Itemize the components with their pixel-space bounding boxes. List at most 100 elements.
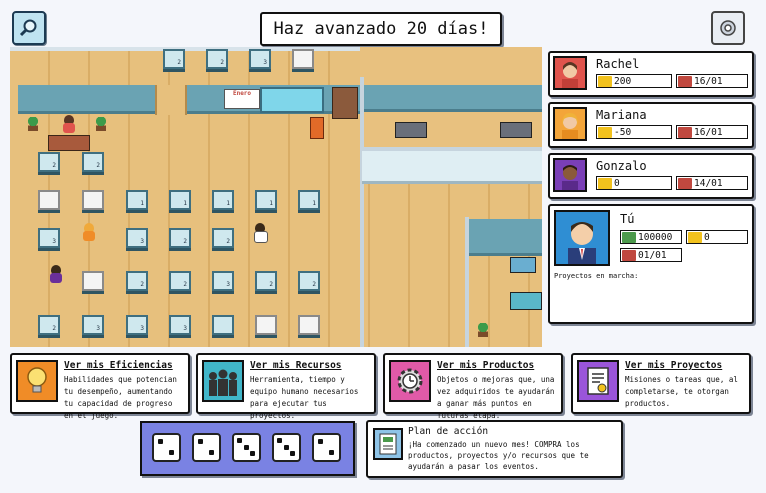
die-pip: [237, 438, 243, 444]
desk-number: 1: [140, 200, 144, 207]
desk: 2: [255, 271, 277, 291]
my-player-card[interactable]: Tú 100000 0 01/01 Proyectos en marcha:: [548, 204, 754, 324]
desk: 3: [82, 315, 104, 335]
desk-number: 1: [183, 200, 187, 207]
desk: 2: [298, 271, 320, 291]
trophy-icon: [598, 126, 612, 138]
desk: [255, 315, 277, 335]
card-description: Habilidades que potencian tu desempeño, …: [64, 375, 177, 420]
desk-number: 2: [312, 281, 316, 288]
desk-number: 3: [263, 59, 267, 66]
character-player[interactable]: [253, 223, 268, 243]
player-card-mariana[interactable]: Mariana -50 16/01: [548, 102, 754, 148]
card-title: Ver mis Eficiencias: [64, 360, 173, 371]
date-stat: 14/01: [676, 176, 748, 190]
gear-icon: [720, 20, 736, 36]
desk: 1: [298, 190, 320, 210]
days-advanced-banner: Haz avanzado 20 días!: [260, 12, 502, 46]
desk-number: 2: [52, 162, 56, 169]
lightbulb-icon: [16, 360, 58, 402]
card-productos[interactable]: Ver mis Productos Objetos o mejoras que,…: [383, 353, 563, 420]
desk-number: 2: [140, 281, 144, 288]
player-name: Gonzalo: [596, 159, 647, 173]
die[interactable]: [272, 433, 301, 462]
character-rachel[interactable]: [62, 115, 76, 133]
desk: 3: [126, 228, 148, 248]
money-stat: 100000: [620, 230, 682, 244]
desk-number: 3: [96, 325, 100, 332]
calendar-board: Enero: [224, 89, 260, 109]
avatar: [553, 107, 587, 141]
desk: 2: [126, 271, 148, 291]
office-map[interactable]: Enero 2 2 3 2 2 1 1 1 1 1 3 3 2 2 2 2 3 2 2 2 3 3 3: [10, 47, 542, 347]
trophy-icon: [688, 231, 702, 243]
trophy-stat: -50: [596, 125, 672, 139]
desk: [82, 190, 104, 210]
die[interactable]: [152, 433, 181, 462]
desk: 2: [163, 49, 185, 69]
desk: 2: [38, 152, 60, 172]
card-proyectos[interactable]: Ver mis Proyectos Misiones o tareas que,…: [571, 353, 751, 414]
card-description: Objetos o mejoras que, una vez adquirido…: [437, 375, 555, 420]
date-stat: 16/01: [676, 125, 748, 139]
desk: 2: [169, 228, 191, 248]
settings-button[interactable]: [711, 11, 745, 45]
die-pip: [158, 439, 163, 444]
desk: 2: [38, 315, 60, 335]
desk: 3: [38, 228, 60, 248]
die-pip: [243, 444, 249, 450]
desk-number: 1: [269, 200, 273, 207]
window: [260, 87, 324, 113]
desk: 2: [169, 271, 191, 291]
card-recursos[interactable]: Ver mis Recursos Herramienta, tiempo y e…: [196, 353, 376, 420]
calendar-icon: [622, 249, 636, 261]
die-pip: [318, 439, 323, 444]
search-button[interactable]: [12, 11, 46, 45]
desk: [212, 315, 234, 335]
die-pip: [283, 444, 289, 450]
card-eficiencias[interactable]: Ver mis Eficiencias Habilidades que pote…: [10, 353, 190, 420]
player-card-gonzalo[interactable]: Gonzalo 0 14/01: [548, 153, 754, 199]
document-icon: [373, 428, 403, 460]
calendar-icon: [678, 177, 692, 189]
desk: 2: [82, 152, 104, 172]
action-plan-card[interactable]: Plan de acción ¡Ha comenzado un nuevo me…: [366, 420, 623, 478]
die-pip: [329, 450, 334, 455]
gear-clock-icon: [389, 360, 431, 402]
bookshelf: [332, 87, 358, 119]
character-mariana[interactable]: [82, 223, 96, 241]
money-icon: [622, 231, 636, 243]
player-card-rachel[interactable]: Rachel 200 16/01: [548, 51, 754, 97]
projects-label: Proyectos en marcha:: [554, 272, 639, 280]
crowd-icon: [202, 360, 244, 402]
desk-number: 2: [96, 162, 100, 169]
player-name: Rachel: [596, 57, 640, 71]
checklist-icon: [577, 360, 619, 402]
card-description: Misiones o tareas que, al completarse, t…: [625, 375, 738, 408]
die[interactable]: [312, 433, 341, 462]
desk-number: 2: [226, 238, 230, 245]
desk-number: 2: [183, 238, 187, 245]
plant-icon: [28, 117, 38, 131]
plant-icon: [478, 323, 488, 337]
desk: 1: [169, 190, 191, 210]
desk: 2: [212, 228, 234, 248]
calendar-icon: [678, 126, 692, 138]
trophy-stat: 200: [596, 74, 672, 88]
desk-number: 2: [269, 281, 273, 288]
desk-number: 2: [183, 281, 187, 288]
die[interactable]: [232, 433, 261, 462]
desk: 3: [169, 315, 191, 335]
card-title: Ver mis Productos: [437, 360, 535, 371]
character-gonzalo[interactable]: [49, 265, 63, 283]
desk: 2: [206, 49, 228, 69]
trophy-stat: 0: [596, 176, 672, 190]
die[interactable]: [192, 433, 221, 462]
desk: [298, 315, 320, 335]
banner-title: Haz avanzado 20 días!: [273, 19, 489, 39]
card-title: Ver mis Recursos: [250, 360, 342, 371]
desk: 3: [126, 315, 148, 335]
desk: [82, 271, 104, 291]
desk: 3: [249, 49, 271, 69]
dice-tray[interactable]: [140, 421, 355, 476]
